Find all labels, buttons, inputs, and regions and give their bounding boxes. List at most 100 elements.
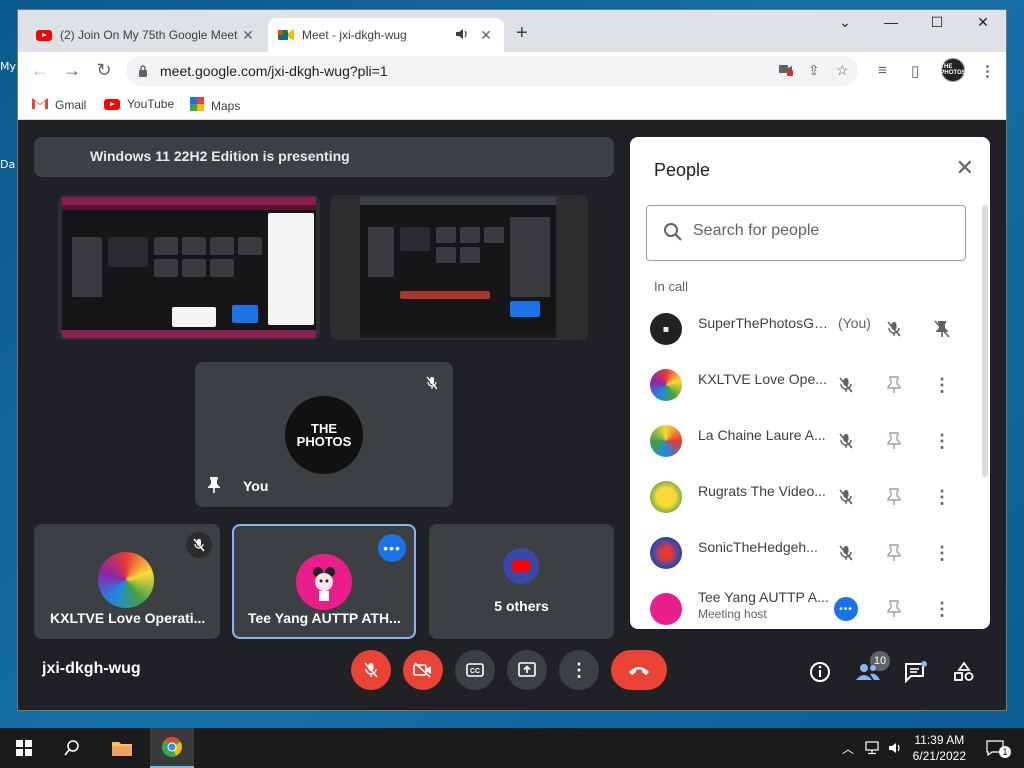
svg-text:CC: CC xyxy=(470,668,480,675)
present-screen-button[interactable] xyxy=(507,650,547,690)
mic-off-icon xyxy=(882,317,906,341)
camera-blocked-icon[interactable] xyxy=(778,62,794,79)
more-options-icon[interactable]: ⋮ xyxy=(930,541,954,565)
bookmark-gmail[interactable]: Gmail xyxy=(32,97,86,112)
people-icon[interactable] xyxy=(854,658,882,686)
participant-row[interactable]: Tee Yang AUTTP A... Meeting host ••• ⋮ xyxy=(630,581,980,629)
activities-icon[interactable] xyxy=(950,658,978,686)
close-window-icon[interactable]: ✕ xyxy=(960,14,1006,31)
windows-start-icon[interactable] xyxy=(4,728,44,768)
participant-name: KXLTVE Love Ope... xyxy=(698,371,827,387)
participant-tile-active[interactable]: ••• Tee Yang AUTTP ATH... xyxy=(232,524,416,639)
chevron-up-icon[interactable]: ︿ xyxy=(838,728,858,768)
meeting-details-icon[interactable] xyxy=(806,658,834,686)
mic-off-icon xyxy=(834,541,858,565)
side-panel-icon[interactable]: ▯ xyxy=(911,62,919,80)
more-options-icon[interactable]: ⋮ xyxy=(930,597,954,621)
minimize-icon[interactable]: — xyxy=(868,14,914,30)
address-bar[interactable]: meet.google.com/jxi-dkgh-wug?pli=1 ⇪ ☆ xyxy=(126,56,858,86)
people-panel: People ✕ In call ▦ SuperThePhotosGa... (… xyxy=(630,137,990,629)
search-input[interactable] xyxy=(693,222,953,240)
camera-toggle-button[interactable] xyxy=(403,650,443,690)
profile-avatar[interactable]: THE PHOTOS xyxy=(940,58,966,82)
back-arrow-icon[interactable]: ← xyxy=(28,60,52,81)
others-tile[interactable]: 5 others xyxy=(429,524,614,639)
network-icon[interactable] xyxy=(862,728,882,768)
pin-icon[interactable] xyxy=(882,373,906,397)
search-icon[interactable] xyxy=(52,728,92,768)
chat-icon[interactable] xyxy=(902,658,930,686)
notification-center-icon[interactable]: 1 xyxy=(980,728,1011,768)
bookmark-maps[interactable]: Maps xyxy=(190,97,240,114)
participant-row[interactable]: SonicTheHedgeh... ⋮ xyxy=(630,525,980,581)
close-tab-button[interactable]: ✕ xyxy=(240,27,256,44)
mic-toggle-button[interactable] xyxy=(351,650,391,690)
participant-row[interactable]: ▦ SuperThePhotosGa... (You) xyxy=(630,301,980,357)
maps-icon xyxy=(190,97,204,114)
more-options-button[interactable]: ⋮ xyxy=(559,650,599,690)
participant-row[interactable]: Rugrats The Video... ⋮ xyxy=(630,469,980,525)
speaker-icon[interactable] xyxy=(456,28,468,43)
volume-icon[interactable] xyxy=(886,728,906,768)
participant-tile[interactable]: KXLTVE Love Operati... xyxy=(34,524,220,639)
share-icon[interactable]: ⇪ xyxy=(808,62,820,79)
media-control-icon[interactable]: ≡ xyxy=(878,62,887,79)
tab-meet[interactable]: Meet - jxi-dkgh-wug ✕ xyxy=(268,18,504,52)
pin-icon[interactable] xyxy=(882,429,906,453)
more-options-icon[interactable]: ⋮ xyxy=(930,373,954,397)
leave-call-button[interactable] xyxy=(611,650,667,690)
bookmark-star-icon[interactable]: ☆ xyxy=(836,62,849,79)
participant-name: Rugrats The Video... xyxy=(698,483,826,499)
chrome-taskbar-icon[interactable] xyxy=(150,728,194,768)
participant-name: SonicTheHedgeh... xyxy=(698,539,818,555)
participant-name: Tee Yang AUTTP ATH... xyxy=(248,610,401,626)
speaking-indicator-icon: ••• xyxy=(834,597,858,621)
more-options-icon[interactable]: ⋮ xyxy=(930,485,954,509)
url-text: meet.google.com/jxi-dkgh-wug?pli=1 xyxy=(160,63,388,79)
tab-youtube[interactable]: (2) Join On My 75th Google Meet ✕ xyxy=(26,18,266,52)
avatar: THE PHOTOS xyxy=(285,396,363,474)
others-count: 5 others xyxy=(494,598,549,614)
new-tab-button[interactable]: + xyxy=(516,22,528,45)
meet-stage: Windows 11 22H2 Edition is presenting TH… xyxy=(18,121,1006,710)
bookmark-youtube[interactable]: YouTube xyxy=(104,97,174,111)
lock-icon[interactable] xyxy=(138,64,148,77)
reload-icon[interactable]: ↻ xyxy=(92,60,116,81)
captions-button[interactable]: CC xyxy=(455,650,495,690)
avatar xyxy=(650,537,682,569)
taskbar: ︿ 11:39 AM 6/21/2022 1 xyxy=(0,728,1024,768)
more-options-icon[interactable]: ••• xyxy=(378,534,406,562)
desktop-icon-label[interactable]: My xyxy=(0,60,16,73)
pin-off-icon[interactable] xyxy=(930,317,954,341)
participant-row[interactable]: La Chaine Laure A... ⋮ xyxy=(630,413,980,469)
avatar xyxy=(650,481,682,513)
screen-share-tile[interactable] xyxy=(58,195,320,340)
mic-off-icon xyxy=(834,373,858,397)
maximize-icon[interactable]: ☐ xyxy=(914,14,960,31)
notification-badge: 1 xyxy=(999,746,1011,758)
tab-search-icon[interactable]: ⌄ xyxy=(822,14,868,31)
browser-toolbar: ← → ↻ meet.google.com/jxi-dkgh-wug?pli=1… xyxy=(18,52,1006,90)
search-field[interactable] xyxy=(646,205,966,261)
screen-share-tile[interactable] xyxy=(330,195,588,340)
scrollbar[interactable] xyxy=(982,205,988,477)
forward-arrow-icon[interactable]: → xyxy=(60,60,84,81)
avatar xyxy=(650,593,682,625)
participant-row[interactable]: KXLTVE Love Ope... ⋮ xyxy=(630,357,980,413)
pin-icon[interactable] xyxy=(882,597,906,621)
pin-icon[interactable] xyxy=(882,485,906,509)
avatar xyxy=(98,552,154,608)
desktop-icon-label[interactable]: Da xyxy=(0,158,15,171)
close-icon[interactable]: ✕ xyxy=(956,155,974,181)
close-tab-button[interactable]: ✕ xyxy=(478,27,494,44)
more-options-icon[interactable]: ⋮ xyxy=(930,429,954,453)
participant-tile-you[interactable]: THE PHOTOS You xyxy=(195,362,453,507)
mic-off-icon xyxy=(834,485,858,509)
system-clock[interactable]: 11:39 AM 6/21/2022 xyxy=(913,732,966,764)
clock-date: 6/21/2022 xyxy=(912,749,966,763)
file-explorer-icon[interactable] xyxy=(102,728,142,768)
pin-icon[interactable] xyxy=(882,541,906,565)
pin-icon[interactable] xyxy=(207,476,221,499)
participant-name: SuperThePhotosGa... xyxy=(698,315,832,331)
browser-menu-icon[interactable]: ⋮ xyxy=(980,62,995,80)
